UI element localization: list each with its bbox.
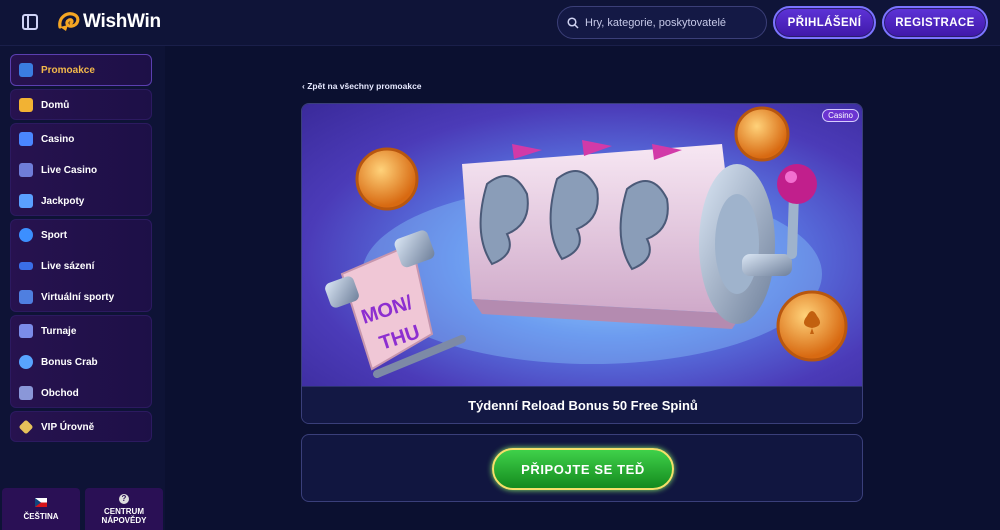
cards-icon — [19, 163, 33, 177]
sidebar-item-virtualni-sporty[interactable]: Virtuální sporty — [11, 282, 153, 312]
login-button[interactable]: PŘIHLÁŠENÍ — [773, 6, 876, 39]
diamond-icon — [18, 419, 34, 435]
help-label-line1: CENTRUM — [104, 506, 144, 516]
sidebar-item-domu[interactable]: Domů — [11, 90, 153, 120]
sidebar-item-sport[interactable]: Sport — [11, 220, 153, 250]
language-button[interactable]: ČEŠTINA — [2, 488, 80, 530]
join-now-button[interactable]: PŘIPOJTE SE TEĎ — [492, 448, 674, 490]
live-icon — [19, 262, 33, 270]
sidebar-item-live-casino[interactable]: Live Casino — [11, 155, 153, 185]
category-tag: Casino — [822, 109, 859, 122]
clover-icon — [19, 194, 33, 208]
sidebar-item-label: Casino — [41, 133, 75, 145]
help-label-line2: NÁPOVĚDY — [101, 515, 147, 525]
logo-icon — [58, 12, 80, 31]
promo-title: Týdenní Reload Bonus 50 Free Spinů — [302, 386, 862, 423]
ball-icon — [19, 228, 33, 242]
trophy-icon — [19, 324, 33, 338]
sidebar-group-promo: Promoakce — [10, 54, 152, 86]
sidebar-item-bonus-crab[interactable]: Bonus Crab — [11, 347, 153, 377]
question-icon: ? — [119, 493, 129, 504]
sidebar-item-jackpoty[interactable]: Jackpoty — [11, 186, 153, 216]
sidebar-item-label: Live Casino — [41, 164, 98, 176]
sidebar-group-home: Domů — [10, 89, 152, 120]
sidebar-group-vip: VIP Úrovně — [10, 411, 152, 442]
sidebar-item-vip[interactable]: VIP Úrovně — [11, 412, 153, 442]
sidebar-item-obchod[interactable]: Obchod — [11, 378, 153, 408]
sidebar: Promoakce Domů Casino Live Casino Jackpo… — [0, 46, 165, 530]
sidebar-item-label: Promoakce — [41, 64, 95, 76]
sidebar-item-label: Turnaje — [41, 325, 77, 337]
help-center-button[interactable]: ? CENTRUM NÁPOVĚDY — [85, 488, 163, 530]
sidebar-item-label: VIP Úrovně — [41, 421, 95, 433]
search-input[interactable]: Hry, kategorie, poskytovatelé — [557, 6, 767, 39]
search-placeholder: Hry, kategorie, poskytovatelé — [585, 16, 727, 29]
sidebar-item-label: Bonus Crab — [41, 356, 98, 368]
sidebar-item-live-sazeni[interactable]: Live sázení — [11, 251, 153, 281]
sidebar-item-label: Virtuální sporty — [41, 291, 115, 303]
register-button[interactable]: REGISTRACE — [882, 6, 988, 39]
promo-card[interactable]: MON/ THU Casino Týdenní Reload Bonus 50 … — [301, 103, 863, 424]
promo-banner-image: MON/ THU Casino — [302, 104, 862, 386]
virtual-icon — [19, 290, 33, 304]
sidebar-item-promoakce[interactable]: Promoakce — [11, 55, 153, 85]
sidebar-item-turnaje[interactable]: Turnaje — [11, 316, 153, 346]
sidebar-group-casino: Casino Live Casino Jackpoty — [10, 123, 152, 216]
brand-name: WishWin — [83, 11, 161, 32]
sidebar-item-casino[interactable]: Casino — [11, 124, 153, 154]
join-panel: PŘIPOJTE SE TEĎ — [301, 434, 863, 502]
sidebar-group-sport: Sport Live sázení Virtuální sporty — [10, 219, 152, 312]
top-bar: WishWin Hry, kategorie, poskytovatelé PŘ… — [0, 0, 1000, 46]
logo[interactable]: WishWin — [56, 9, 161, 35]
slot-icon — [19, 132, 33, 146]
back-label: Zpět na všechny promoakce — [307, 81, 422, 91]
sidebar-item-label: Obchod — [41, 387, 79, 399]
crab-icon — [19, 355, 33, 369]
gift-icon — [19, 63, 33, 77]
language-label: ČEŠTINA — [23, 511, 59, 521]
sidebar-item-label: Sport — [41, 229, 68, 241]
sidebar-item-label: Jackpoty — [41, 195, 85, 207]
czech-flag-icon — [35, 497, 47, 507]
search-icon — [567, 16, 579, 29]
slot-machine-illustration: MON/ THU — [325, 106, 848, 378]
basket-icon — [19, 386, 33, 400]
home-icon — [19, 98, 33, 112]
sidebar-group-extras: Turnaje Bonus Crab Obchod — [10, 315, 152, 408]
sidebar-toggle-icon[interactable] — [22, 14, 38, 30]
back-link[interactable]: ‹ Zpět na všechny promoakce — [302, 81, 422, 91]
sidebar-item-label: Live sázení — [41, 260, 95, 272]
sidebar-item-label: Domů — [41, 99, 70, 111]
